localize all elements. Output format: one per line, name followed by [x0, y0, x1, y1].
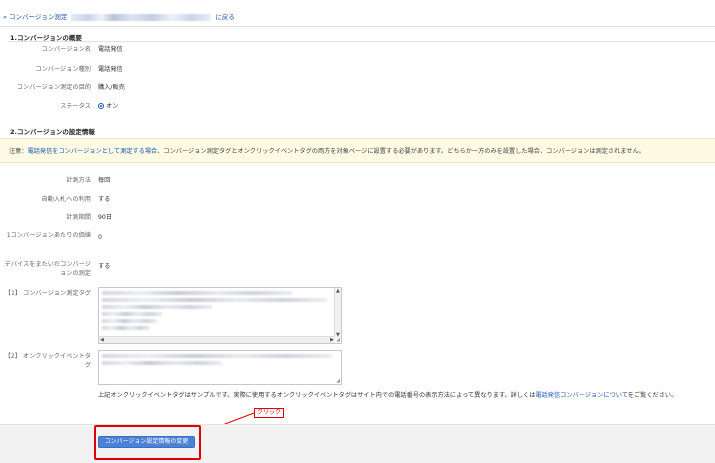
status-value: オン	[106, 103, 119, 110]
value-conversion-purpose: 購入/販売	[98, 84, 125, 91]
label-conversion-purpose: コンバージョン測定の目的	[16, 84, 91, 91]
scroll-up-icon[interactable]: ▲	[336, 288, 340, 294]
redacted-code-line	[102, 305, 212, 309]
redacted-code-line	[102, 298, 327, 302]
sample-note-suffix: をご覧ください。	[627, 392, 678, 399]
value-auto-bidding: する	[98, 196, 111, 203]
value-window: 90日	[98, 214, 113, 221]
redacted-code-line	[102, 319, 157, 323]
resize-handle-icon[interactable]: ◢	[336, 378, 340, 384]
value-conversion-type: 電話発信	[98, 66, 123, 73]
notice-banner: 注意：電話発信をコンバージョンとして測定する場合、コンバージョン測定タグとオンク…	[0, 138, 715, 163]
label-auto-bidding: 自動入札への利用	[41, 196, 92, 203]
section-title-settings: 2.コンバージョンの設定情報	[10, 128, 95, 136]
conversion-tag-textarea[interactable]: ▲ ▼ ◀ ▶ ◢	[98, 287, 342, 344]
resize-handle-icon[interactable]: ◢	[336, 337, 340, 343]
breadcrumb-back-text[interactable]: « コンバージョン測定	[3, 13, 67, 21]
label-count-method: 計測方法	[66, 177, 91, 184]
notice-link[interactable]: 電話発信をコンバージョンとして測定する場合	[28, 148, 158, 155]
value-conversion-name: 電話発信	[98, 46, 123, 53]
vertical-scrollbar[interactable]: ▲ ▼	[334, 288, 341, 338]
scroll-left-icon[interactable]: ◀	[100, 337, 104, 343]
label-conversion-type: コンバージョン種別	[35, 66, 91, 73]
breadcrumb[interactable]: « コンバージョン測定 に戻る	[3, 11, 235, 21]
label-conversion-tag: 【1】 コンバージョン測定タグ	[4, 290, 91, 297]
value-cross-device: する	[98, 263, 111, 270]
label-status: ステータス	[60, 103, 91, 110]
label-conversion-name: コンバージョン名	[41, 46, 91, 53]
label-onclick-tag: 【2】 オンクリックイベントタグ	[4, 353, 91, 369]
sample-note-text: 上記オンクリックイベントタグはサンプルです。実際に使用するオンクリックイベントタ…	[98, 392, 536, 399]
notice-text: 、コンバージョン測定タグとオンクリックイベントタグの両方を対象ページに設置する必…	[157, 148, 645, 155]
scroll-right-icon[interactable]: ▶	[330, 337, 334, 343]
divider	[0, 26, 715, 27]
radio-selected-icon[interactable]	[98, 103, 104, 109]
annotation-highlight-box	[94, 425, 201, 460]
redacted-code-line	[102, 312, 162, 316]
breadcrumb-return-link[interactable]: に戻る	[215, 13, 235, 21]
redacted-code-line	[102, 326, 150, 330]
sample-note: 上記オンクリックイベントタグはサンプルです。実際に使用するオンクリックイベントタ…	[98, 390, 677, 399]
redacted-conversion-name	[71, 13, 212, 21]
redacted-code-line	[102, 291, 292, 295]
value-count-method: 毎回	[98, 177, 111, 184]
redacted-code-line	[102, 361, 222, 365]
notice-prefix: 注意：	[9, 148, 28, 155]
status-radio[interactable]: オン	[98, 102, 118, 111]
label-cross-device: デバイスをまたいだコンバージョンの測定	[4, 261, 91, 277]
onclick-tag-textarea[interactable]: ◢	[98, 350, 342, 385]
redacted-code-line	[102, 354, 332, 358]
help-link[interactable]: 電話発信コンバージョンについて	[535, 392, 627, 399]
value-conversion-value: 0	[98, 234, 102, 241]
horizontal-scrollbar[interactable]: ◀ ▶	[99, 336, 335, 343]
label-window: 計測期間	[66, 214, 91, 221]
label-conversion-value: 1コンバージョンあたりの価値	[6, 232, 91, 239]
divider	[8, 41, 715, 42]
